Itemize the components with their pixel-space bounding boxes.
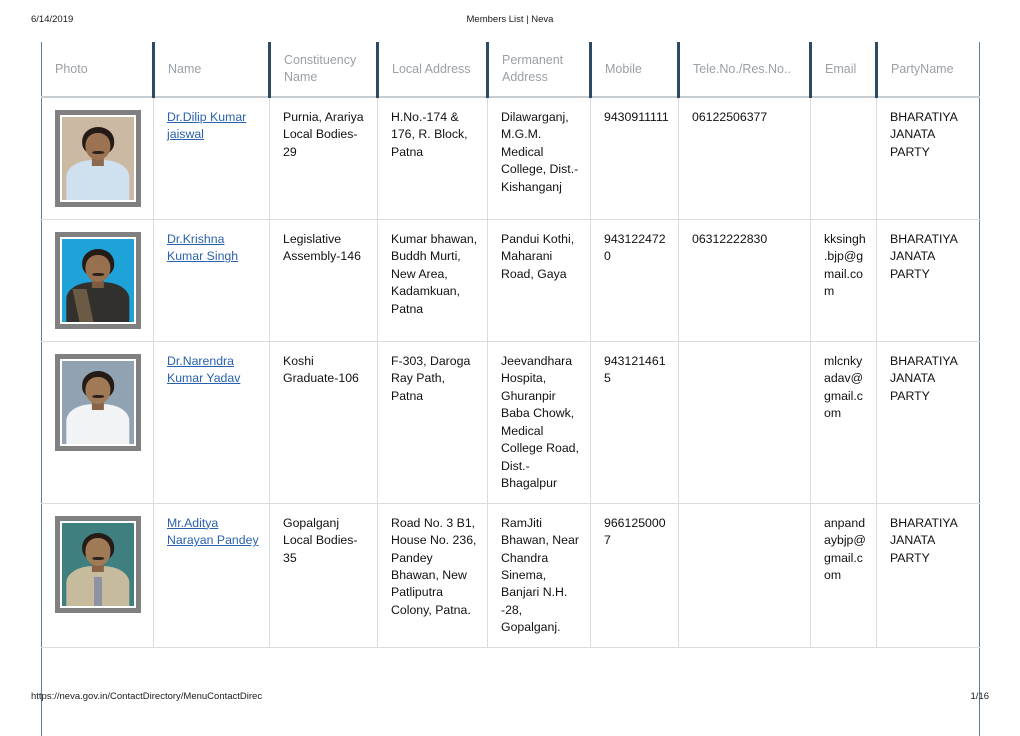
cell-email: kksingh.bjp@gmail.com	[810, 219, 877, 342]
cell-photo	[41, 219, 154, 342]
cell-party-name: BHARATIYA JANATA PARTY	[876, 219, 980, 342]
cell-constituency: Gopalganj Local Bodies-35	[269, 503, 378, 648]
cell-permanent-address: Pandui Kothi, Maharani Road, Gaya	[487, 219, 591, 342]
page-number: 1/16	[970, 691, 990, 702]
table-header-row: Photo Name Constituency Name Local Addre…	[41, 42, 980, 98]
cell-telephone	[678, 503, 811, 648]
table-row: Mr.Aditya Narayan Pandey Gopalganj Local…	[41, 503, 980, 648]
print-header: 6/14/2019 Members List | Neva	[0, 14, 1020, 30]
source-url: https://neva.gov.in/ContactDirectory/Men…	[31, 691, 263, 702]
cell-local-address: Kumar bhawan, Buddh Murti, New Area, Kad…	[377, 219, 488, 342]
member-name-link[interactable]: Dr.Narendra Kumar Yadav	[167, 354, 240, 385]
cell-permanent-address: Dilawarganj, M.G.M. Medical College, Dis…	[487, 97, 591, 220]
column-header-mobile: Mobile	[589, 42, 679, 98]
cell-permanent-address: RamJiti Bhawan, Near Chandra Sinema, Ban…	[487, 503, 591, 648]
column-header-telephone: Tele.No./Res.No..	[677, 42, 811, 98]
table-row: Dr.Dilip Kumar jaiswal Purnia, Arariya L…	[41, 97, 980, 220]
member-name-link[interactable]: Dr.Krishna Kumar Singh	[167, 232, 238, 263]
column-header-name: Name	[152, 42, 270, 98]
cell-name: Dr.Krishna Kumar Singh	[153, 219, 270, 342]
cell-telephone: 06122506377	[678, 97, 811, 220]
cell-email: mlcnkyadav@gmail.com	[810, 341, 877, 504]
cell-party-name: BHARATIYA JANATA PARTY	[876, 503, 980, 648]
cell-permanent-address: Jeevandhara Hospita, Ghuranpir Baba Chow…	[487, 341, 591, 504]
cell-telephone: 06312222830	[678, 219, 811, 342]
cell-photo	[41, 503, 154, 648]
table-row: Dr.Krishna Kumar Singh Legislative Assem…	[41, 219, 980, 342]
member-name-link[interactable]: Dr.Dilip Kumar jaiswal	[167, 110, 246, 141]
column-header-email: Email	[809, 42, 877, 98]
column-header-permanent-address: Permanent Address	[486, 42, 591, 98]
cell-constituency: Purnia, Arariya Local Bodies-29	[269, 97, 378, 220]
cell-local-address: F-303, Daroga Ray Path, Patna	[377, 341, 488, 504]
cell-telephone	[678, 341, 811, 504]
cell-local-address: H.No.-174 & 176, R. Block, Patna	[377, 97, 488, 220]
cell-name: Dr.Narendra Kumar Yadav	[153, 341, 270, 504]
cell-party-name: BHARATIYA JANATA PARTY	[876, 97, 980, 220]
column-header-local-address: Local Address	[376, 42, 488, 98]
table-row: Dr.Narendra Kumar Yadav Koshi Graduate-1…	[41, 341, 980, 504]
cell-party-name: BHARATIYA JANATA PARTY	[876, 341, 980, 504]
cell-name: Dr.Dilip Kumar jaiswal	[153, 97, 270, 220]
print-footer: https://neva.gov.in/ContactDirectory/Men…	[0, 691, 1020, 707]
cell-constituency: Koshi Graduate-106	[269, 341, 378, 504]
cell-photo	[41, 341, 154, 504]
column-header-constituency: Constituency Name	[268, 42, 378, 98]
cell-name: Mr.Aditya Narayan Pandey	[153, 503, 270, 648]
member-name-link[interactable]: Mr.Aditya Narayan Pandey	[167, 516, 259, 547]
cell-email: anpandaybjp@gmail.com	[810, 503, 877, 648]
members-list-table: Photo Name Constituency Name Local Addre…	[41, 42, 980, 736]
cell-mobile: 9661250007	[590, 503, 679, 648]
column-header-party-name: PartyName	[875, 42, 980, 98]
members-table-container: Photo Name Constituency Name Local Addre…	[41, 42, 980, 736]
member-photo	[55, 110, 141, 207]
cell-constituency: Legislative Assembly-146	[269, 219, 378, 342]
cell-mobile: 9430911111	[590, 97, 679, 220]
cell-local-address: Road No. 3 B1, House No. 236, Pandey Bha…	[377, 503, 488, 648]
member-photo	[55, 354, 141, 451]
cell-photo	[41, 97, 154, 220]
member-photo	[55, 515, 141, 613]
document-title: Members List | Neva	[466, 14, 554, 25]
member-photo	[55, 232, 141, 329]
cell-mobile: 9431214615	[590, 341, 679, 504]
cell-email	[810, 97, 877, 220]
cell-mobile: 9431224720	[590, 219, 679, 342]
column-header-photo: Photo	[41, 42, 154, 98]
